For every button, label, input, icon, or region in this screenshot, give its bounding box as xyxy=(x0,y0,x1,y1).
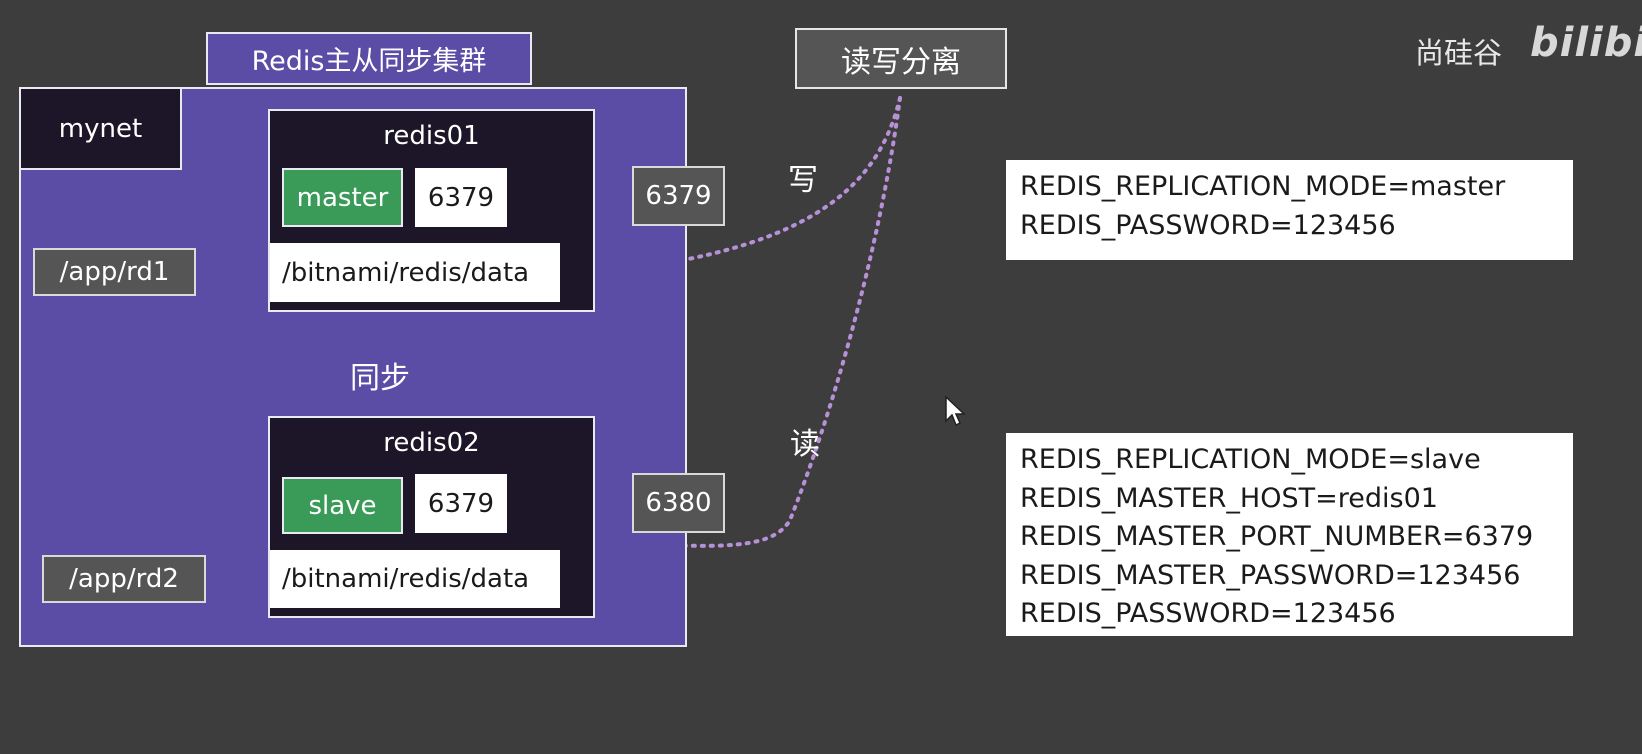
env-line: REDIS_PASSWORD=123456 xyxy=(1020,209,1396,241)
env-line: REDIS_MASTER_PORT_NUMBER=6379 xyxy=(1020,521,1534,552)
host-port-redis02: 6380 xyxy=(632,473,725,533)
container-port-redis01: 6379 xyxy=(415,168,507,227)
env-line: REDIS_MASTER_HOST=redis01 xyxy=(1020,482,1438,514)
host-dir-rd1: /app/rd1 xyxy=(33,248,196,296)
rw-split-box: 读写分离 xyxy=(795,28,1007,89)
write-label: 写 xyxy=(788,163,818,198)
env-master-box: REDIS_REPLICATION_MODE=master REDIS_PASS… xyxy=(1006,160,1573,260)
mouse-cursor-icon xyxy=(945,395,966,427)
env-line: REDIS_PASSWORD=123456 xyxy=(1020,598,1396,629)
network-label: mynet xyxy=(19,87,182,170)
host-port-redis01: 6379 xyxy=(632,166,725,226)
container-name: redis02 xyxy=(383,428,480,458)
container-port-redis02: 6379 xyxy=(415,474,507,533)
read-label: 读 xyxy=(790,427,820,462)
container-name: redis01 xyxy=(383,121,480,151)
env-line: REDIS_REPLICATION_MODE=master xyxy=(1020,171,1506,202)
env-slave-box: REDIS_REPLICATION_MODE=slave REDIS_MASTE… xyxy=(1006,433,1573,636)
cluster-title: Redis主从同步集群 xyxy=(206,32,532,85)
role-badge-master: master xyxy=(282,168,403,227)
volume-path-redis01: /bitnami/redis/data xyxy=(270,243,560,302)
role-badge-slave: slave xyxy=(282,477,403,534)
sync-label: 同步 xyxy=(350,361,410,396)
env-line: REDIS_MASTER_PASSWORD=123456 xyxy=(1020,559,1521,591)
volume-path-redis02: /bitnami/redis/data xyxy=(270,550,560,608)
bilibili-logo: bilibili xyxy=(1530,20,1642,66)
env-line: REDIS_REPLICATION_MODE=slave xyxy=(1020,444,1481,475)
host-dir-rd2: /app/rd2 xyxy=(42,555,206,603)
brand-watermark: 尚硅谷 xyxy=(1415,36,1503,70)
